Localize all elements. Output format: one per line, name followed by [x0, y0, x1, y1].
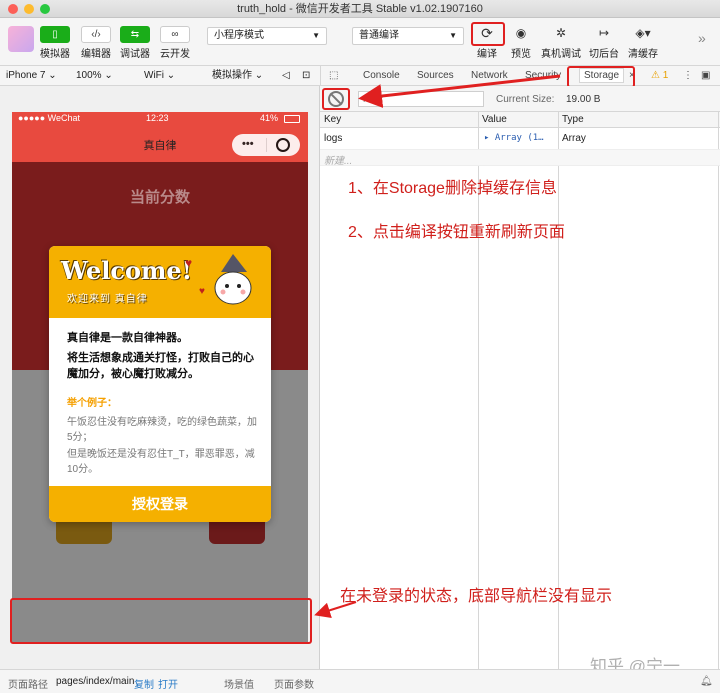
copy-path-link[interactable]: 复制 [134, 676, 154, 691]
app-window: truth_hold - 微信开发者工具 Stable v1.02.190716… [0, 0, 720, 693]
bell-icon[interactable]: 🔔︎ [700, 676, 713, 687]
arrow-to-clear-storage [358, 74, 561, 108]
page-path: pages/index/main [56, 676, 135, 687]
arrow-to-bottom-nav [314, 601, 357, 619]
status-bar: 页面路径 pages/index/main 复制 打开 场景值 页面参数 🔔︎ [0, 669, 720, 693]
annotation-arrows [314, 74, 561, 619]
scene-button[interactable]: 场景值 [224, 676, 254, 691]
open-path-link[interactable]: 打开 [158, 676, 178, 691]
page-params-button[interactable]: 页面参数 [274, 676, 314, 691]
path-label: 页面路径 [8, 680, 48, 691]
